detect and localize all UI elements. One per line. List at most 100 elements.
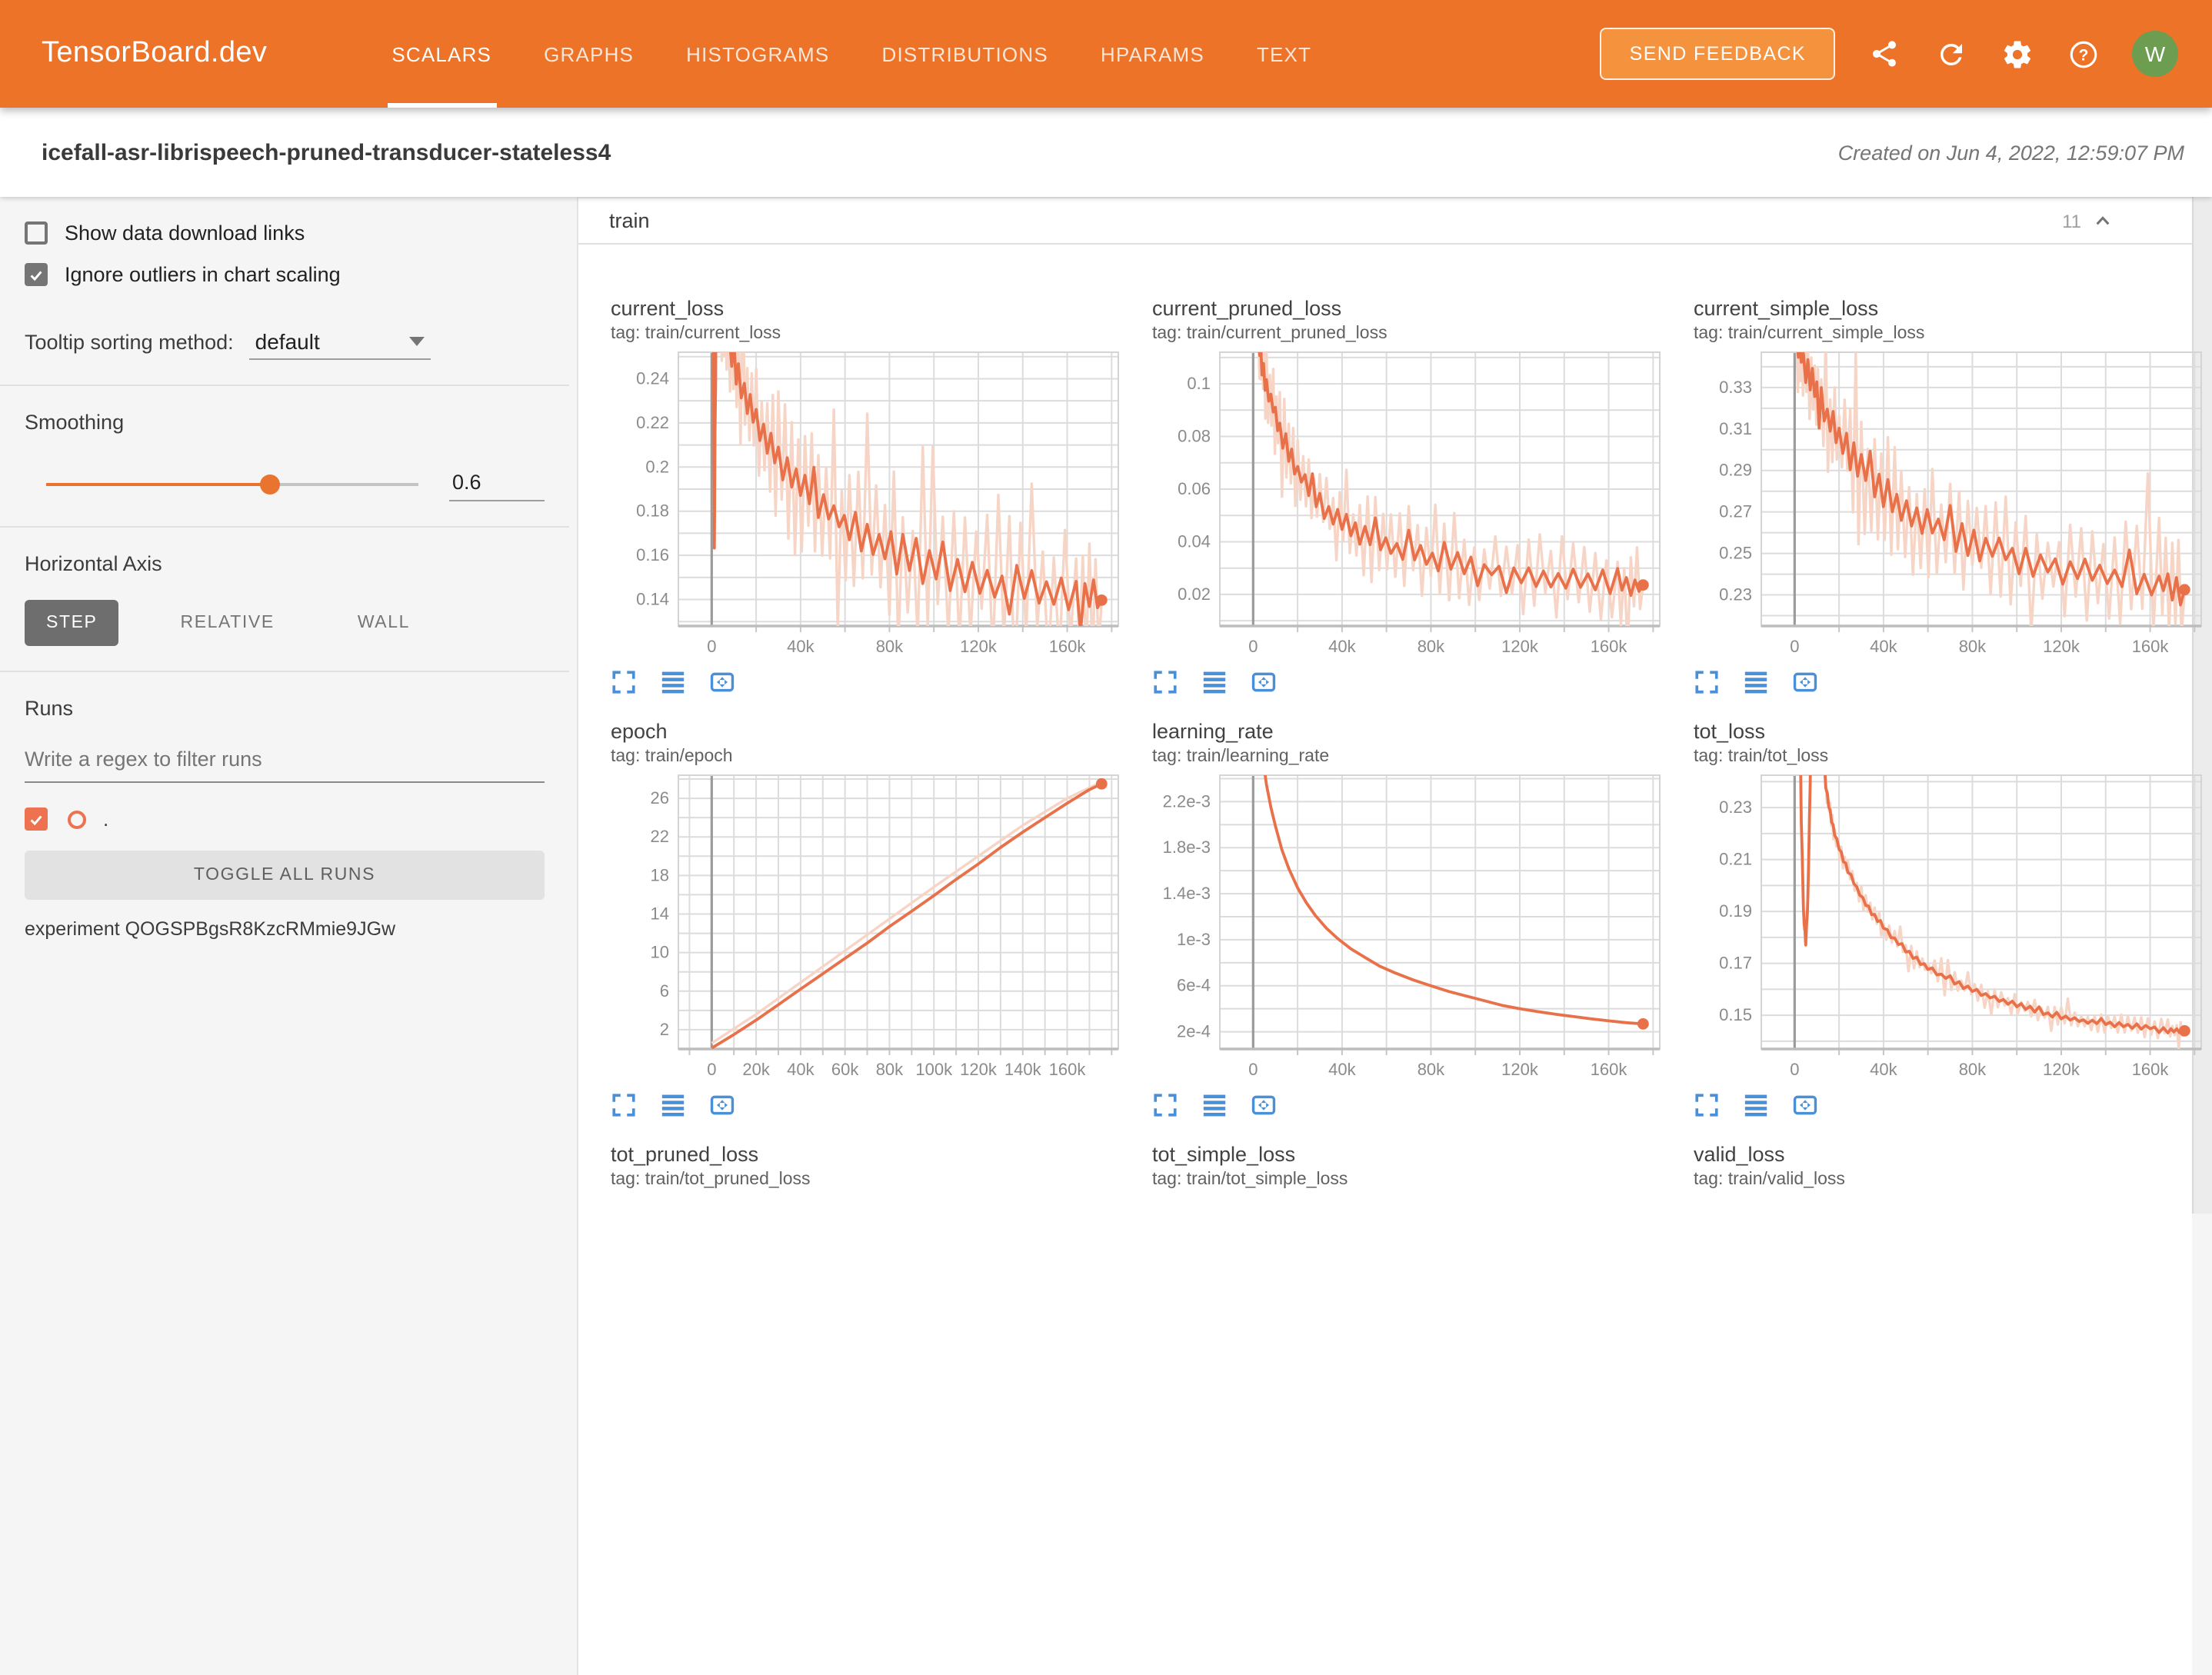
chart-title: tot_loss <box>1694 720 2210 743</box>
svg-text:0.08: 0.08 <box>1178 427 1211 446</box>
chart-title: current_simple_loss <box>1694 297 2210 320</box>
svg-text:?: ? <box>2078 45 2088 63</box>
svg-text:0.25: 0.25 <box>1719 544 1752 563</box>
tab-graphs[interactable]: GRAPHS <box>518 0 660 108</box>
runs-list-icon[interactable] <box>1201 1092 1228 1118</box>
share-icon[interactable] <box>1867 37 1901 71</box>
svg-text:0.2: 0.2 <box>645 457 669 476</box>
last-point-dot <box>1096 594 1108 606</box>
horizontal-axis-options: STEP RELATIVE WALL <box>25 600 545 646</box>
run-checkbox-checked-icon[interactable] <box>25 808 48 831</box>
chart-card-current_loss: current_losstag: train/current_loss040k8… <box>611 297 1128 695</box>
chart-title: epoch <box>611 720 1128 743</box>
show-download-links-checkbox[interactable]: Show data download links <box>25 221 545 245</box>
chart-actions <box>1152 669 1669 695</box>
tensorboard-app: TensorBoard.dev SCALARSGRAPHSHISTOGRAMSD… <box>0 0 2212 1214</box>
slider-knob[interactable] <box>260 475 280 495</box>
svg-text:80k: 80k <box>1417 637 1445 656</box>
runs-list-icon[interactable] <box>1743 1092 1769 1118</box>
smoothing-value-input[interactable] <box>449 468 545 501</box>
svg-text:0.21: 0.21 <box>1719 850 1752 869</box>
checkbox-checked-icon[interactable] <box>25 263 48 286</box>
checkbox-label: Show data download links <box>65 221 305 245</box>
train-section-header[interactable]: train 11 <box>578 198 2192 245</box>
help-icon[interactable]: ? <box>2066 37 2100 71</box>
chart-actions <box>611 669 1128 695</box>
fullscreen-icon[interactable] <box>1152 669 1178 695</box>
svg-text:0.14: 0.14 <box>636 590 669 609</box>
runs-list-icon[interactable] <box>660 669 686 695</box>
line-chart[interactable]: 040k80k120k160k0.230.250.270.290.310.33 <box>1694 346 2210 663</box>
refresh-icon[interactable] <box>1934 37 1967 71</box>
svg-text:1.8e-3: 1.8e-3 <box>1163 838 1211 857</box>
fit-domain-icon[interactable] <box>1792 669 1818 695</box>
checkbox-unchecked-icon[interactable] <box>25 221 48 245</box>
line-chart[interactable]: 040k80k120k160k0.020.040.060.080.1 <box>1152 346 1669 663</box>
svg-text:1e-3: 1e-3 <box>1177 930 1211 949</box>
last-point-dot <box>2179 584 2190 595</box>
svg-text:160k: 160k <box>2132 1060 2170 1079</box>
avatar[interactable]: W <box>2132 31 2178 77</box>
smoothed-series <box>1800 769 2185 1033</box>
tab-distributions[interactable]: DISTRIBUTIONS <box>855 0 1074 108</box>
smoothing-slider[interactable] <box>46 483 418 486</box>
chart-card-current_pruned_loss: current_pruned_losstag: train/current_pr… <box>1152 297 1669 695</box>
axis-option-wall[interactable]: WALL <box>336 600 431 646</box>
fit-domain-icon[interactable] <box>1251 1092 1277 1118</box>
line-chart[interactable]: 040k80k120k160k0.140.160.180.20.220.24 <box>611 346 1128 663</box>
tab-histograms[interactable]: HISTOGRAMS <box>660 0 855 108</box>
runs-list-icon[interactable] <box>1743 669 1769 695</box>
svg-text:160k: 160k <box>1049 1060 1087 1079</box>
fullscreen-icon[interactable] <box>1694 669 1720 695</box>
settings-gear-icon[interactable] <box>2000 37 2034 71</box>
svg-text:120k: 120k <box>2043 637 2080 656</box>
chevron-down-icon <box>409 337 425 346</box>
tooltip-sorting-label: Tooltip sorting method: <box>25 331 234 354</box>
line-chart[interactable]: 040k80k120k160k0.150.170.190.210.23 <box>1694 769 2210 1086</box>
fullscreen-icon[interactable] <box>611 1092 637 1118</box>
svg-text:80k: 80k <box>1417 1060 1445 1079</box>
fit-domain-icon[interactable] <box>709 669 735 695</box>
svg-text:0.16: 0.16 <box>636 545 669 564</box>
ignore-outliers-checkbox[interactable]: Ignore outliers in chart scaling <box>25 263 545 286</box>
horizontal-axis-label: Horizontal Axis <box>25 552 545 575</box>
fit-domain-icon[interactable] <box>709 1092 735 1118</box>
fullscreen-icon[interactable] <box>1694 1092 1720 1118</box>
fullscreen-icon[interactable] <box>611 669 637 695</box>
line-chart[interactable]: 020k40k60k80k100k120k140k160k26101418222… <box>611 769 1128 1086</box>
svg-text:120k: 120k <box>1501 1060 1539 1079</box>
app-logo: TensorBoard.dev <box>42 37 267 71</box>
fullscreen-icon[interactable] <box>1152 1092 1178 1118</box>
runs-list-icon[interactable] <box>660 1092 686 1118</box>
chevron-up-icon[interactable] <box>2090 208 2115 233</box>
svg-text:80k: 80k <box>1959 1060 1987 1079</box>
tab-text[interactable]: TEXT <box>1231 0 1338 108</box>
raw-series <box>713 346 1101 663</box>
fit-domain-icon[interactable] <box>1792 1092 1818 1118</box>
tooltip-sorting-dropdown[interactable]: default <box>249 326 431 360</box>
send-feedback-button[interactable]: SEND FEEDBACK <box>1601 28 1835 80</box>
line-chart[interactable]: 040k80k120k160k2.2e-31.8e-31.4e-31e-36e-… <box>1152 769 1669 1086</box>
svg-text:0: 0 <box>1790 1060 1799 1079</box>
svg-text:0.24: 0.24 <box>636 368 669 388</box>
axis-option-relative[interactable]: RELATIVE <box>159 600 296 646</box>
tab-hparams[interactable]: HPARAMS <box>1074 0 1231 108</box>
runs-list-icon[interactable] <box>1201 669 1228 695</box>
tab-scalars[interactable]: SCALARS <box>365 0 518 108</box>
run-name: . <box>103 808 108 831</box>
chart-actions <box>1694 669 2210 695</box>
fit-domain-icon[interactable] <box>1251 669 1277 695</box>
run-color-ring-icon[interactable] <box>68 810 86 828</box>
chart-title: current_pruned_loss <box>1152 297 1669 320</box>
runs-filter-input[interactable] <box>25 744 545 783</box>
svg-text:120k: 120k <box>2043 1060 2080 1079</box>
chart-actions <box>1152 1092 1669 1118</box>
svg-text:40k: 40k <box>1870 637 1897 656</box>
last-point-dot <box>1637 1018 1649 1030</box>
header-actions: SEND FEEDBACK ? W <box>1601 28 2212 80</box>
toggle-all-runs-button[interactable]: TOGGLE ALL RUNS <box>25 851 545 900</box>
axis-option-step[interactable]: STEP <box>25 600 119 646</box>
nav-tabs: SCALARSGRAPHSHISTOGRAMSDISTRIBUTIONSHPAR… <box>365 0 1338 108</box>
svg-text:0.18: 0.18 <box>636 501 669 521</box>
svg-text:0.22: 0.22 <box>636 413 669 432</box>
